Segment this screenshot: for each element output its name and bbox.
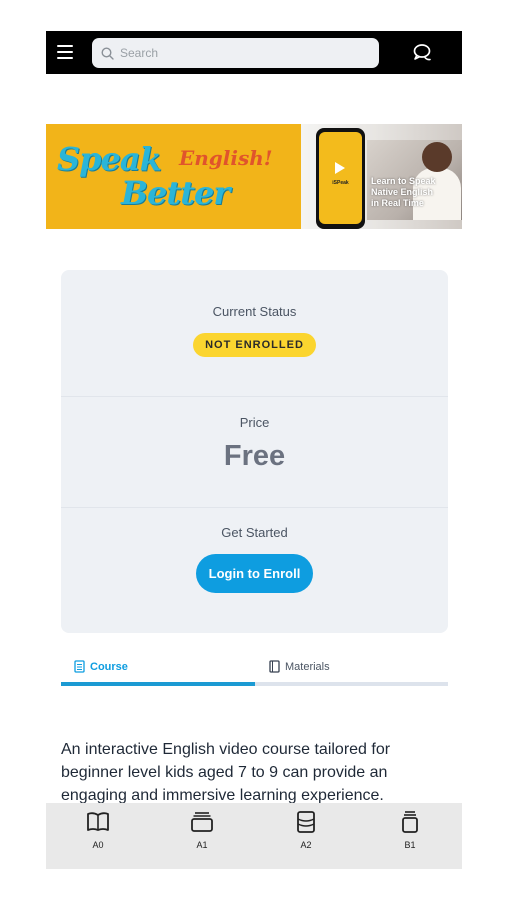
- book-icon: [269, 660, 280, 673]
- price-value: Free: [223, 440, 286, 472]
- tab-materials-label: Materials: [285, 660, 330, 673]
- chat-bubbles-icon[interactable]: [410, 42, 432, 64]
- price-section: Price Free: [61, 415, 448, 473]
- status-badge: NOT ENROLLED: [193, 333, 316, 357]
- content-tabs: Course Materials: [61, 660, 448, 688]
- price-label: Price: [239, 415, 270, 430]
- open-book-icon: [87, 812, 109, 831]
- banner-word-better: Better: [121, 174, 230, 212]
- top-bar: [46, 31, 462, 74]
- document-icon: [74, 660, 85, 673]
- stacked-cards-icon: [191, 812, 213, 832]
- login-to-enroll-button[interactable]: Login to Enroll: [195, 554, 314, 593]
- banner-text-panel: Speak English! Better: [46, 124, 301, 229]
- phone-illustration: iSPeak: [316, 128, 365, 229]
- nav-label-a1: A1: [196, 840, 208, 850]
- get-started-section: Get Started Login to Enroll: [61, 525, 448, 593]
- nav-label-a2: A2: [300, 840, 312, 850]
- promo-banner[interactable]: Speak English! Better iSPeak Learn to Sp…: [46, 124, 462, 229]
- hamburger-menu-icon[interactable]: [57, 45, 73, 59]
- nav-label-b1: B1: [404, 840, 416, 850]
- tab-course-label: Course: [90, 660, 128, 673]
- enrollment-card: Current Status NOT ENROLLED Price Free G…: [61, 270, 448, 633]
- banner-photo-caption: Learn to Speak Native English in Real Ti…: [371, 176, 436, 208]
- search-icon: [101, 46, 114, 60]
- tab-progress-fill: [61, 682, 255, 686]
- banner-word-english: English!: [179, 146, 273, 170]
- get-started-label: Get Started: [221, 525, 288, 540]
- nav-item-a0[interactable]: A0: [46, 803, 150, 869]
- play-logo-icon: [335, 162, 345, 174]
- bottom-navigation: A0 A1 A2 B1: [46, 803, 462, 869]
- search-input[interactable]: [120, 46, 360, 60]
- current-status-label: Current Status: [212, 304, 297, 319]
- banner-photo: Learn to Speak Native English in Real Ti…: [367, 140, 462, 220]
- phone-caption: iSPeak: [332, 180, 349, 186]
- status-section: Current Status NOT ENROLLED: [61, 304, 448, 357]
- banner-word-speak: Speak: [57, 140, 162, 178]
- course-description: An interactive English video course tail…: [61, 741, 391, 804]
- nav-item-a1[interactable]: A1: [150, 803, 254, 869]
- tab-materials[interactable]: Materials: [269, 660, 330, 673]
- nav-item-a2[interactable]: A2: [254, 803, 358, 869]
- tab-course[interactable]: Course: [74, 660, 128, 673]
- search-bar[interactable]: [92, 38, 379, 68]
- banner-image-panel: iSPeak Learn to Speak Native English in …: [301, 124, 462, 229]
- tab-progress-track: [61, 682, 448, 686]
- layered-book-icon: [297, 811, 315, 833]
- nav-label-a0: A0: [92, 840, 104, 850]
- divider: [61, 396, 448, 397]
- nav-item-b1[interactable]: B1: [358, 803, 462, 869]
- book-stack-icon: [402, 811, 418, 833]
- divider: [61, 507, 448, 508]
